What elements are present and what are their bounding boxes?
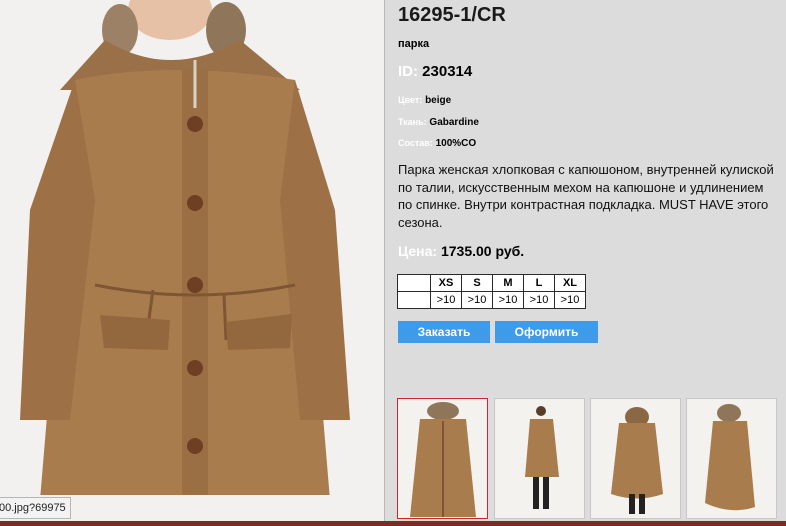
attr-fabric-value: Gabardine bbox=[429, 117, 479, 128]
product-id-value: 230314 bbox=[422, 63, 473, 80]
panel-divider bbox=[384, 0, 385, 526]
thumbnail-side[interactable] bbox=[686, 398, 777, 519]
thumbnail-front[interactable] bbox=[397, 398, 488, 519]
product-sku: 16295-1/CR bbox=[398, 4, 506, 26]
attr-color-value: beige bbox=[425, 95, 452, 106]
product-price: Цена: 1735.00 руб. bbox=[398, 243, 524, 259]
attr-fabric-label: Ткань: bbox=[398, 117, 427, 127]
attr-composition: Состав: 100%CO bbox=[398, 138, 476, 149]
size-stock-m: >10 bbox=[492, 291, 524, 309]
size-header-l: L bbox=[523, 274, 555, 292]
size-stock-xl: >10 bbox=[554, 291, 586, 309]
attr-color-label: Цвет: bbox=[398, 95, 423, 105]
price-label: Цена: bbox=[398, 243, 438, 259]
product-id-label: ID: bbox=[398, 63, 418, 80]
size-header-blank bbox=[397, 274, 431, 292]
attr-composition-label: Состав: bbox=[398, 138, 433, 148]
attr-composition-value: 100%CO bbox=[435, 138, 477, 149]
attr-fabric: Ткань: Gabardine bbox=[398, 117, 479, 128]
size-stock-row: >10 >10 >10 >10 >10 bbox=[397, 291, 586, 309]
thumbnail-full-length[interactable] bbox=[494, 398, 585, 519]
status-url-tooltip: 00.jpg?69975 bbox=[0, 497, 71, 519]
product-id: ID: 230314 bbox=[398, 63, 472, 80]
main-product-image[interactable] bbox=[0, 0, 384, 522]
checkout-button[interactable]: Оформить bbox=[495, 321, 598, 343]
size-header-m: M bbox=[492, 274, 524, 292]
size-table: XS S M L XL >10 >10 >10 >10 >10 bbox=[397, 274, 586, 309]
size-stock-blank bbox=[397, 291, 431, 309]
order-button[interactable]: Заказать bbox=[398, 321, 490, 343]
size-header-row: XS S M L XL bbox=[397, 274, 586, 292]
bottom-page-strip bbox=[0, 521, 786, 526]
attr-color: Цвет: beige bbox=[398, 95, 451, 106]
thumbnail-back[interactable] bbox=[590, 398, 681, 519]
product-description: Парка женская хлопковая с капюшоном, вну… bbox=[398, 162, 774, 230]
size-stock-xs: >10 bbox=[430, 291, 462, 309]
size-header-xs: XS bbox=[430, 274, 462, 292]
product-type: парка bbox=[398, 38, 430, 50]
price-value: 1735.00 руб. bbox=[440, 243, 525, 259]
size-stock-s: >10 bbox=[461, 291, 493, 309]
size-header-s: S bbox=[461, 274, 493, 292]
size-stock-l: >10 bbox=[523, 291, 555, 309]
size-header-xl: XL bbox=[554, 274, 586, 292]
